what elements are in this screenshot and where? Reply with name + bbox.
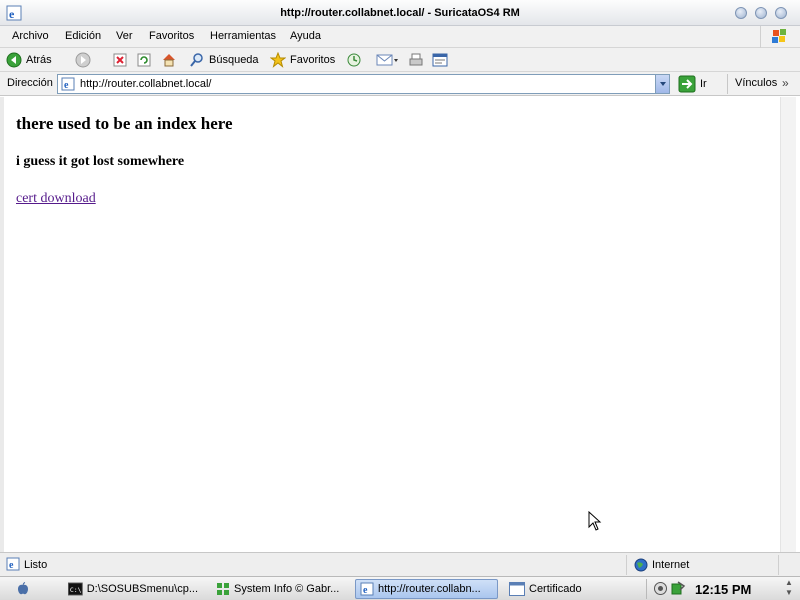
forward-arrow-icon bbox=[75, 52, 91, 68]
history-button[interactable] bbox=[346, 51, 362, 69]
svg-text:e: e bbox=[363, 585, 368, 596]
taskbar-item-browser[interactable]: e http://router.collabn... bbox=[355, 579, 498, 599]
go-label: Ir bbox=[700, 78, 707, 90]
svg-text:C:\: C:\ bbox=[70, 586, 82, 594]
svg-text:e: e bbox=[9, 560, 14, 571]
taskbar-item-label: System Info © Gabr... bbox=[234, 583, 340, 595]
refresh-button[interactable] bbox=[137, 51, 151, 69]
tray-divider bbox=[646, 579, 647, 599]
address-input[interactable]: e http://router.collabnet.local/ bbox=[57, 74, 670, 94]
menu-ayuda[interactable]: Ayuda bbox=[290, 30, 321, 42]
page-icon: e bbox=[61, 77, 75, 91]
mouse-cursor-icon bbox=[588, 511, 602, 531]
address-dropdown-button[interactable] bbox=[655, 75, 669, 93]
status-page-icon: e bbox=[6, 557, 20, 571]
menu-bar: Archivo Edición Ver Favoritos Herramient… bbox=[0, 26, 800, 48]
tray-security-icon[interactable] bbox=[670, 580, 686, 596]
status-text: Listo bbox=[24, 559, 48, 571]
edit-button[interactable] bbox=[432, 51, 448, 69]
status-divider bbox=[778, 555, 779, 575]
go-arrow-icon bbox=[678, 75, 696, 93]
go-button[interactable]: Ir bbox=[678, 75, 707, 93]
security-zone: Internet bbox=[652, 559, 690, 571]
refresh-icon bbox=[137, 53, 151, 67]
windows-flag-icon bbox=[760, 26, 796, 48]
stop-icon bbox=[113, 53, 127, 67]
print-button[interactable] bbox=[408, 51, 424, 69]
menu-favoritos[interactable]: Favoritos bbox=[149, 30, 194, 42]
status-bar: e Listo Internet bbox=[0, 552, 800, 576]
address-label: Dirección bbox=[7, 77, 53, 89]
taskbar: C:\ D:\SOSUBSmenu\cp... System Info © Ga… bbox=[0, 576, 800, 600]
edit-page-icon bbox=[432, 53, 448, 67]
maximize-button[interactable] bbox=[755, 7, 767, 19]
vertical-scrollbar[interactable] bbox=[780, 97, 796, 552]
favorites-label: Favoritos bbox=[290, 54, 336, 66]
toolbar: Atrás Búsqueda Favoritos bbox=[0, 48, 800, 72]
page-heading: there used to be an index here bbox=[16, 114, 233, 133]
taskbar-item-label: D:\SOSUBSmenu\cp... bbox=[86, 583, 198, 595]
taskbar-item-label: http://router.collabn... bbox=[378, 583, 481, 595]
printer-icon bbox=[409, 53, 423, 66]
status-divider bbox=[626, 555, 627, 575]
links-button[interactable]: Vínculos bbox=[735, 77, 777, 89]
menu-edicion[interactable]: Edición bbox=[65, 30, 101, 42]
history-icon bbox=[347, 53, 361, 67]
toolbar-divider bbox=[727, 74, 728, 94]
forward-button[interactable] bbox=[75, 51, 91, 69]
search-label: Búsqueda bbox=[209, 54, 259, 66]
svg-text:e: e bbox=[64, 80, 69, 91]
tray-network-icon[interactable] bbox=[653, 581, 668, 596]
search-icon bbox=[190, 53, 203, 67]
close-button[interactable] bbox=[775, 7, 787, 19]
console-icon: C:\ bbox=[68, 582, 83, 596]
title-bar[interactable]: e http://router.collabnet.local/ - Suric… bbox=[0, 0, 800, 26]
taskbar-item-console[interactable]: C:\ D:\SOSUBSmenu\cp... bbox=[64, 579, 198, 599]
star-icon bbox=[270, 52, 286, 68]
back-button[interactable]: Atrás bbox=[6, 51, 52, 69]
taskbar-clock[interactable]: 12:15 PM bbox=[695, 582, 751, 597]
favorites-button[interactable]: Favoritos bbox=[270, 51, 335, 69]
start-apple-icon[interactable] bbox=[16, 582, 30, 596]
menu-herramientas[interactable]: Herramientas bbox=[210, 30, 276, 42]
back-label: Atrás bbox=[26, 54, 52, 66]
taskbar-item-system-info[interactable]: System Info © Gabr... bbox=[212, 579, 352, 599]
system-info-icon bbox=[217, 583, 229, 595]
address-bar: Dirección e http://router.collabnet.loca… bbox=[0, 72, 800, 96]
taskbar-item-label: Certificado bbox=[529, 583, 582, 595]
taskbar-scroll-arrows[interactable]: ▲ ▼ bbox=[782, 578, 796, 600]
menu-archivo[interactable]: Archivo bbox=[12, 30, 49, 42]
mail-button[interactable] bbox=[376, 51, 400, 69]
home-button[interactable] bbox=[161, 51, 177, 69]
chevron-down-icon bbox=[660, 82, 666, 86]
search-button[interactable]: Búsqueda bbox=[189, 51, 259, 69]
home-icon bbox=[163, 54, 175, 67]
window-title: http://router.collabnet.local/ - Suricat… bbox=[280, 7, 520, 19]
mail-icon bbox=[376, 54, 398, 66]
taskbar-item-certificado[interactable]: Certificado bbox=[505, 579, 615, 599]
page-subheading: i guess it got lost somewhere bbox=[16, 154, 185, 169]
chevron-right-icon[interactable]: » bbox=[782, 76, 789, 90]
address-url: http://router.collabnet.local/ bbox=[80, 78, 212, 90]
ie-icon: e bbox=[360, 582, 374, 596]
cert-download-link[interactable]: cert download bbox=[16, 191, 96, 207]
page-content: there used to be an index here i guess i… bbox=[4, 97, 780, 552]
stop-button[interactable] bbox=[113, 51, 127, 69]
globe-icon bbox=[634, 558, 648, 572]
menu-ver[interactable]: Ver bbox=[116, 30, 133, 42]
back-arrow-icon bbox=[6, 52, 22, 68]
window-icon bbox=[509, 582, 525, 596]
minimize-button[interactable] bbox=[735, 7, 747, 19]
